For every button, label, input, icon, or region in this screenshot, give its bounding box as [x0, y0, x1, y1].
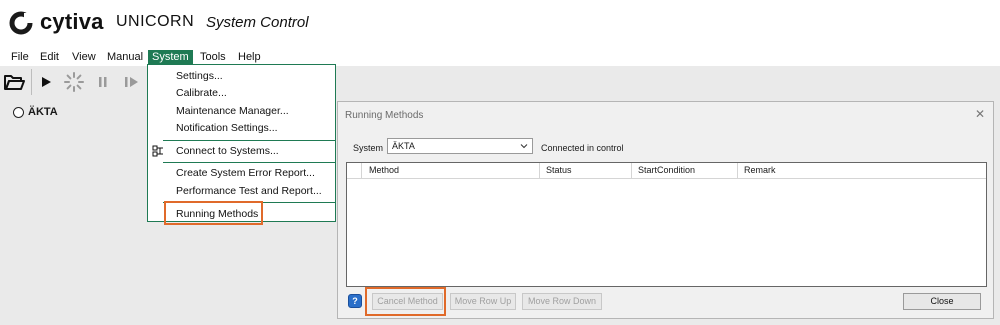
- menu-item-maintenance-manager[interactable]: Maintenance Manager...: [176, 104, 289, 118]
- menu-item-notification-settings[interactable]: Notification Settings...: [176, 121, 278, 135]
- column-divider: [737, 163, 738, 178]
- toolbar-separator: [31, 69, 32, 95]
- system-label: System: [353, 143, 384, 153]
- help-button[interactable]: ?: [348, 294, 362, 308]
- connect-systems-icon: [152, 145, 163, 157]
- close-button[interactable]: Close: [903, 293, 981, 310]
- column-header-remark[interactable]: Remark: [744, 165, 776, 175]
- menu-separator: [163, 162, 336, 163]
- column-divider: [631, 163, 632, 178]
- cytiva-logo-icon: [9, 11, 33, 35]
- methods-table: Method Status StartCondition Remark: [346, 162, 987, 287]
- dialog-title: Running Methods: [345, 110, 424, 121]
- column-divider: [361, 163, 362, 178]
- title-bar: cytiva UNICORN System Control: [0, 0, 1000, 46]
- pause-icon[interactable]: [96, 70, 110, 94]
- menu-file[interactable]: File: [7, 50, 33, 65]
- system-item-label: ÄKTA: [28, 106, 58, 118]
- busy-spinner-icon: [63, 70, 85, 94]
- system-select[interactable]: ÄKTA: [387, 138, 533, 154]
- menu-help[interactable]: Help: [234, 50, 265, 65]
- column-divider: [539, 163, 540, 178]
- menu-item-calibrate[interactable]: Calibrate...: [176, 86, 227, 100]
- system-menu: Settings... Calibrate... Maintenance Man…: [147, 64, 336, 222]
- menu-manual[interactable]: Manual: [103, 50, 147, 65]
- table-header: Method Status StartCondition Remark: [347, 163, 986, 179]
- column-header-method[interactable]: Method: [369, 165, 399, 175]
- product-name: UNICORN: [116, 13, 195, 30]
- menu-edit[interactable]: Edit: [36, 50, 63, 65]
- move-row-up-button[interactable]: Move Row Up: [450, 293, 516, 310]
- window-subtitle: System Control: [206, 14, 309, 31]
- system-item-akta[interactable]: ÄKTA: [13, 106, 58, 118]
- menu-item-performance-test[interactable]: Performance Test and Report...: [176, 184, 322, 198]
- run-icon[interactable]: [38, 70, 54, 94]
- menu-item-connect-to-systems[interactable]: Connect to Systems...: [176, 144, 279, 158]
- running-methods-highlight: [164, 201, 263, 225]
- chevron-down-icon: [520, 144, 528, 149]
- radio-icon[interactable]: [13, 106, 24, 118]
- menu-item-create-system-error-report[interactable]: Create System Error Report...: [176, 166, 315, 180]
- column-header-start-condition[interactable]: StartCondition: [638, 165, 695, 175]
- brand-name: cytiva: [40, 9, 104, 34]
- connection-status: Connected in control: [541, 143, 624, 153]
- menu-separator: [163, 140, 336, 141]
- menu-view[interactable]: View: [68, 50, 100, 65]
- close-icon[interactable]: ✕: [975, 107, 985, 121]
- continue-icon[interactable]: [123, 70, 141, 94]
- menu-bar: File Edit View Manual System Tools Help: [0, 50, 1000, 65]
- move-row-down-button[interactable]: Move Row Down: [522, 293, 602, 310]
- cancel-method-highlight: [365, 287, 446, 316]
- system-select-value: ÄKTA: [392, 141, 415, 151]
- unicorn-system-control: cytiva UNICORN System Control File Edit …: [0, 0, 1000, 325]
- open-folder-icon[interactable]: [2, 70, 26, 94]
- menu-system[interactable]: System: [148, 50, 193, 65]
- menu-item-settings[interactable]: Settings...: [176, 69, 223, 83]
- column-header-status[interactable]: Status: [546, 165, 572, 175]
- menu-tools[interactable]: Tools: [196, 50, 230, 65]
